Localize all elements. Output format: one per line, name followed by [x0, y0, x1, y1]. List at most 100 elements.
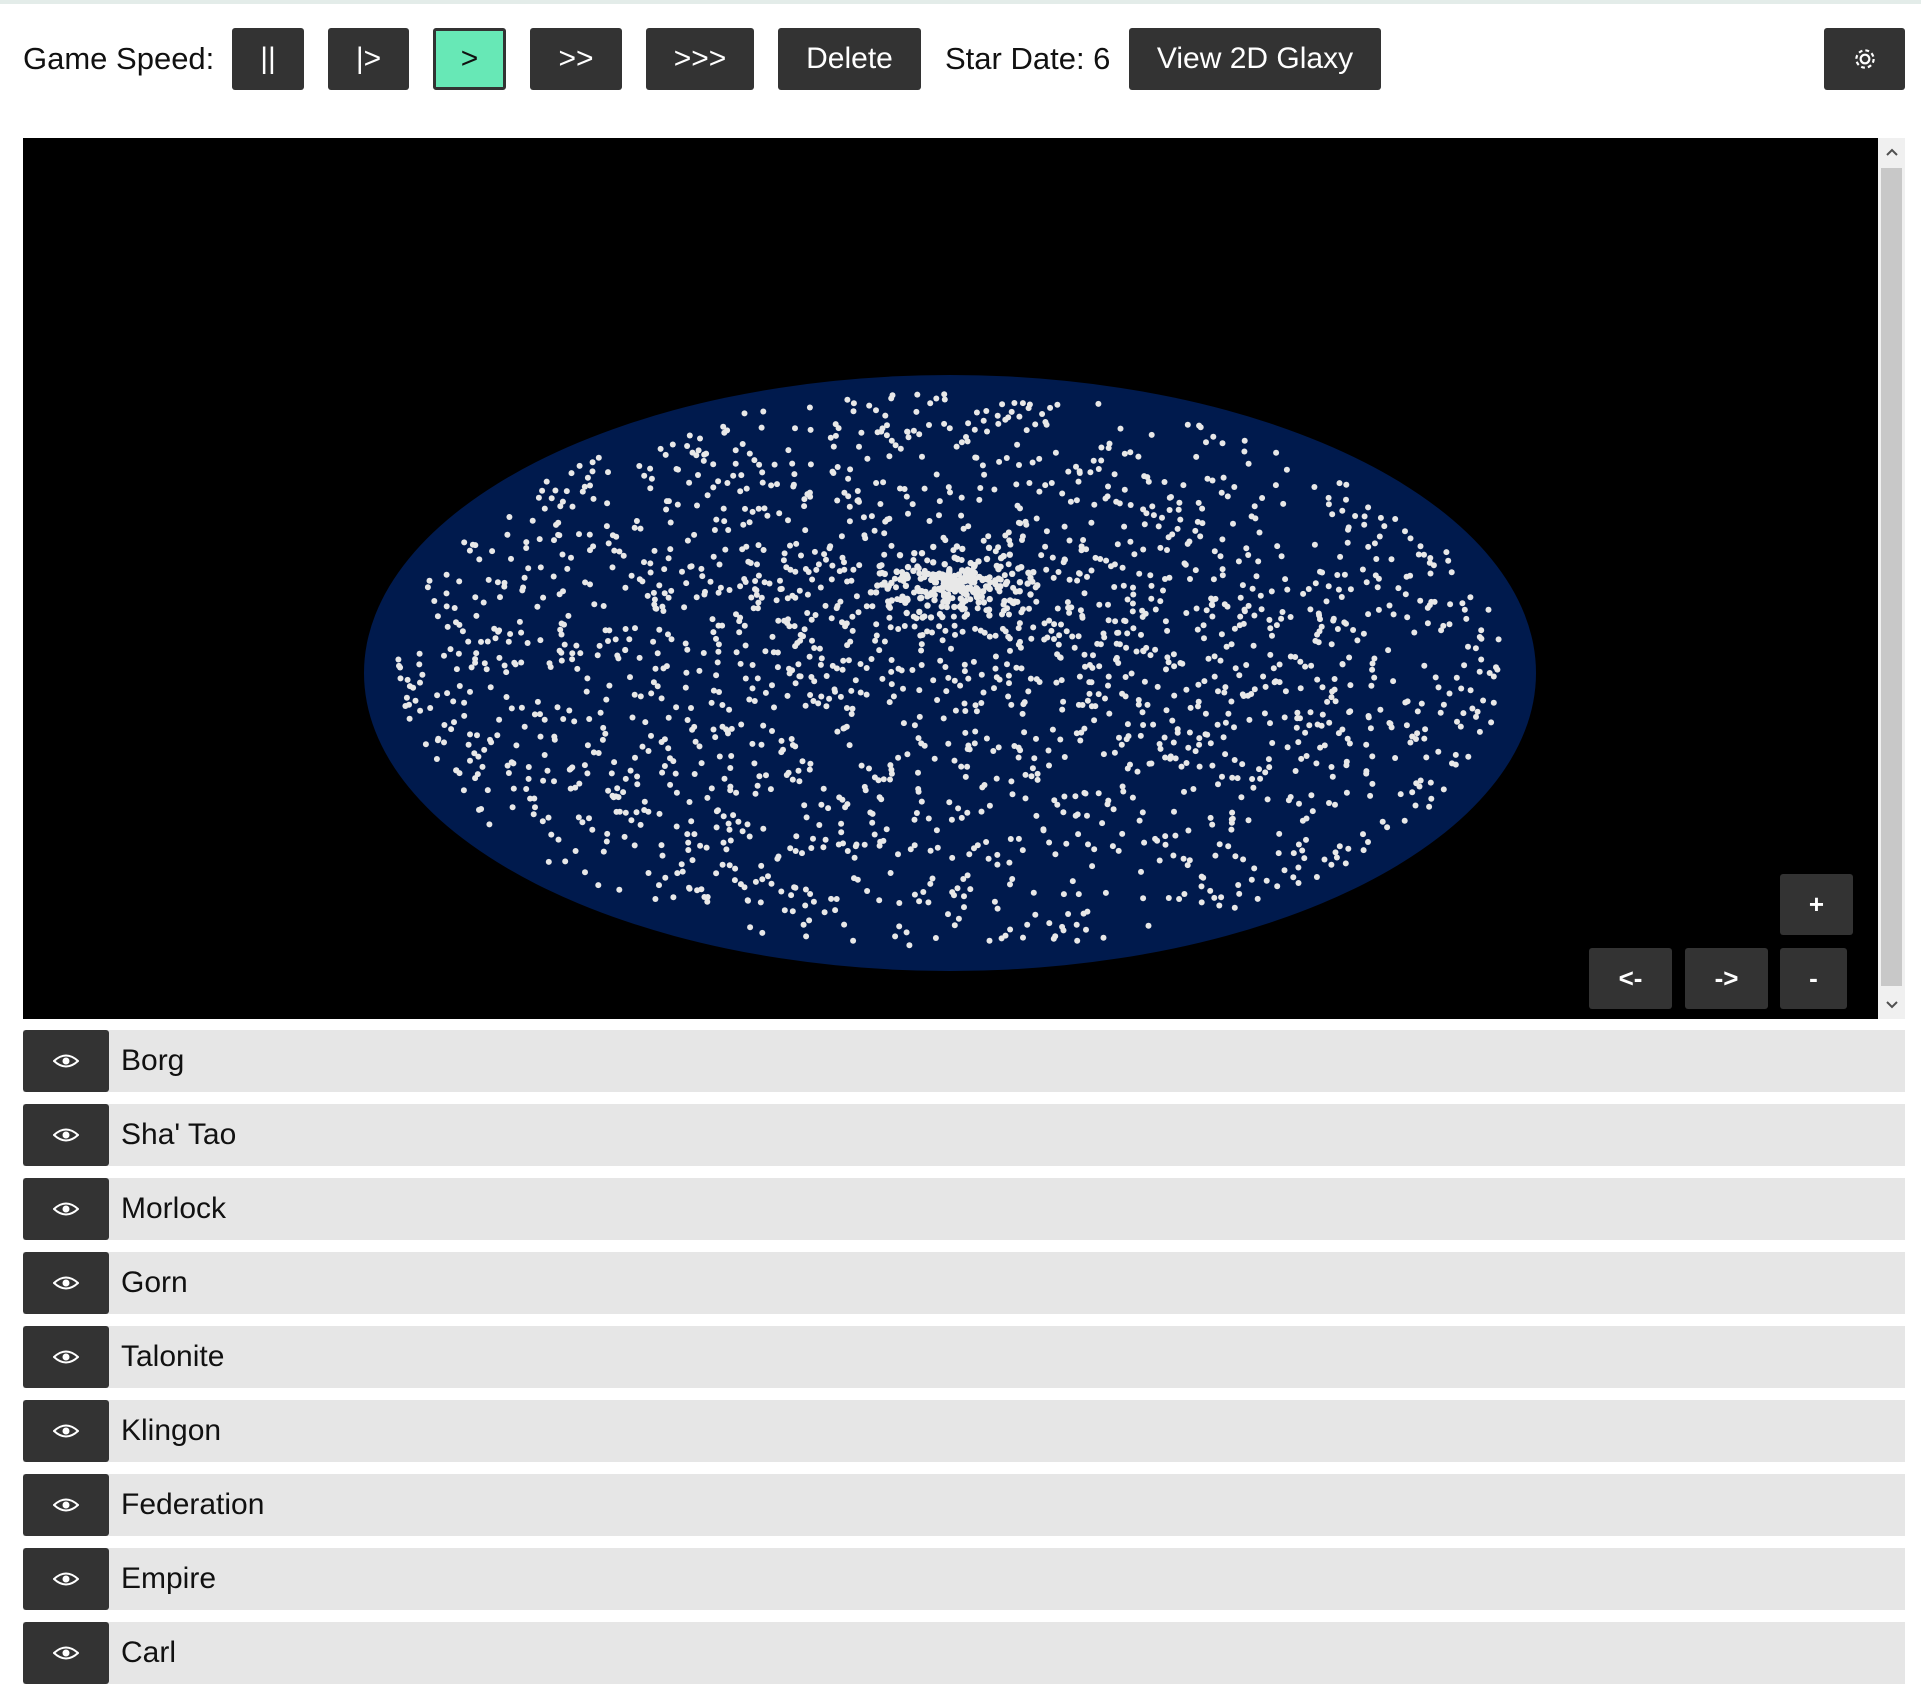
- star-dot: [801, 626, 808, 633]
- star-dot: [1262, 769, 1269, 776]
- scroll-down-arrow-icon[interactable]: [1878, 991, 1905, 1019]
- star-dot: [1324, 698, 1331, 705]
- star-dot: [991, 685, 997, 692]
- play-normal-button[interactable]: >: [433, 28, 506, 90]
- toggle-visibility-button[interactable]: [23, 1178, 109, 1240]
- view-2d-galaxy-button[interactable]: View 2D Glaxy: [1129, 28, 1381, 90]
- star-dot: [704, 794, 711, 801]
- galaxy-canvas[interactable]: [23, 138, 1878, 1019]
- zoom-out-button[interactable]: -: [1780, 948, 1847, 1009]
- star-dot: [562, 858, 569, 865]
- toggle-visibility-button[interactable]: [23, 1622, 109, 1684]
- star-dot: [510, 760, 517, 767]
- star-dot: [1334, 626, 1341, 632]
- star-dot: [1312, 637, 1319, 644]
- pause-button[interactable]: ||: [232, 28, 304, 90]
- star-dot: [849, 705, 856, 712]
- star-dot: [732, 865, 739, 872]
- star-dot: [434, 692, 441, 699]
- star-dot: [1388, 724, 1395, 731]
- toggle-visibility-button[interactable]: [23, 1326, 109, 1388]
- star-dot: [1033, 812, 1040, 819]
- star-dot: [1069, 878, 1076, 885]
- star-dot: [856, 443, 862, 450]
- star-dot: [1135, 697, 1142, 703]
- star-dot: [1241, 608, 1248, 615]
- zoom-in-button[interactable]: +: [1780, 874, 1853, 935]
- star-dot: [911, 816, 918, 823]
- star-dot: [758, 424, 765, 431]
- star-dot: [1293, 724, 1300, 731]
- star-dot: [1219, 773, 1225, 780]
- empire-row: Carl: [23, 1622, 1905, 1684]
- star-dot: [568, 470, 575, 477]
- toggle-visibility-button[interactable]: [23, 1474, 109, 1536]
- star-dot: [719, 702, 726, 708]
- star-dot: [847, 466, 854, 473]
- star-dot: [1352, 513, 1359, 519]
- star-dot: [901, 623, 908, 629]
- star-dot: [736, 618, 743, 625]
- toggle-visibility-button[interactable]: [23, 1400, 109, 1462]
- star-dot: [974, 842, 981, 849]
- star-dot: [953, 443, 960, 450]
- star-dot: [541, 716, 548, 723]
- star-dot: [918, 594, 925, 602]
- star-dot: [1307, 709, 1314, 716]
- star-dot: [743, 543, 750, 550]
- star-dot: [846, 518, 853, 525]
- star-dot: [785, 769, 792, 776]
- star-dot: [764, 512, 771, 519]
- star-dot: [802, 527, 809, 534]
- star-dot: [569, 503, 576, 510]
- rotate-left-button[interactable]: <-: [1589, 948, 1672, 1009]
- star-dot: [1083, 926, 1089, 933]
- galaxy-viewport[interactable]: + <- -> -: [23, 138, 1905, 1019]
- star-dot: [545, 858, 552, 865]
- viewport-scrollbar[interactable]: [1878, 138, 1905, 1019]
- star-dot: [1162, 576, 1168, 582]
- star-dot: [900, 685, 906, 692]
- star-dot: [933, 471, 940, 478]
- star-dot: [591, 601, 598, 608]
- star-dot: [727, 783, 734, 790]
- star-dot: [1007, 881, 1013, 888]
- star-dot: [1263, 877, 1270, 884]
- play-fast-button[interactable]: >>: [530, 28, 622, 90]
- star-dot: [668, 636, 675, 643]
- star-dot: [951, 757, 958, 764]
- star-dot: [967, 886, 974, 893]
- star-dot: [1478, 656, 1485, 663]
- star-dot: [1043, 528, 1050, 535]
- scrollbar-thumb[interactable]: [1881, 168, 1902, 986]
- star-dot: [1149, 503, 1156, 510]
- toggle-visibility-button[interactable]: [23, 1030, 109, 1092]
- star-dot: [1002, 532, 1009, 539]
- star-dot: [888, 770, 895, 777]
- star-dot: [481, 660, 488, 667]
- star-dot: [504, 762, 511, 769]
- star-dot: [1008, 778, 1015, 785]
- star-dot: [728, 725, 735, 732]
- star-dot: [812, 612, 819, 618]
- star-dot: [1032, 911, 1039, 918]
- step-button[interactable]: |>: [328, 28, 409, 90]
- toggle-visibility-button[interactable]: [23, 1252, 109, 1314]
- scroll-up-arrow-icon[interactable]: [1878, 138, 1905, 166]
- star-dot: [1253, 573, 1260, 580]
- star-dot: [936, 512, 942, 519]
- play-fastest-button[interactable]: >>>: [646, 28, 754, 90]
- toggle-visibility-button[interactable]: [23, 1104, 109, 1166]
- star-dot: [634, 773, 641, 780]
- star-dot: [816, 822, 823, 828]
- star-dot: [1106, 710, 1113, 717]
- star-dot: [1302, 663, 1309, 670]
- star-dot: [1084, 812, 1090, 819]
- star-dot: [978, 671, 985, 678]
- rotate-right-button[interactable]: ->: [1685, 948, 1768, 1009]
- star-dot: [1043, 566, 1050, 573]
- toggle-visibility-button[interactable]: [23, 1548, 109, 1610]
- delete-button[interactable]: Delete: [778, 28, 921, 90]
- star-dot: [913, 408, 920, 415]
- settings-button[interactable]: [1824, 28, 1905, 90]
